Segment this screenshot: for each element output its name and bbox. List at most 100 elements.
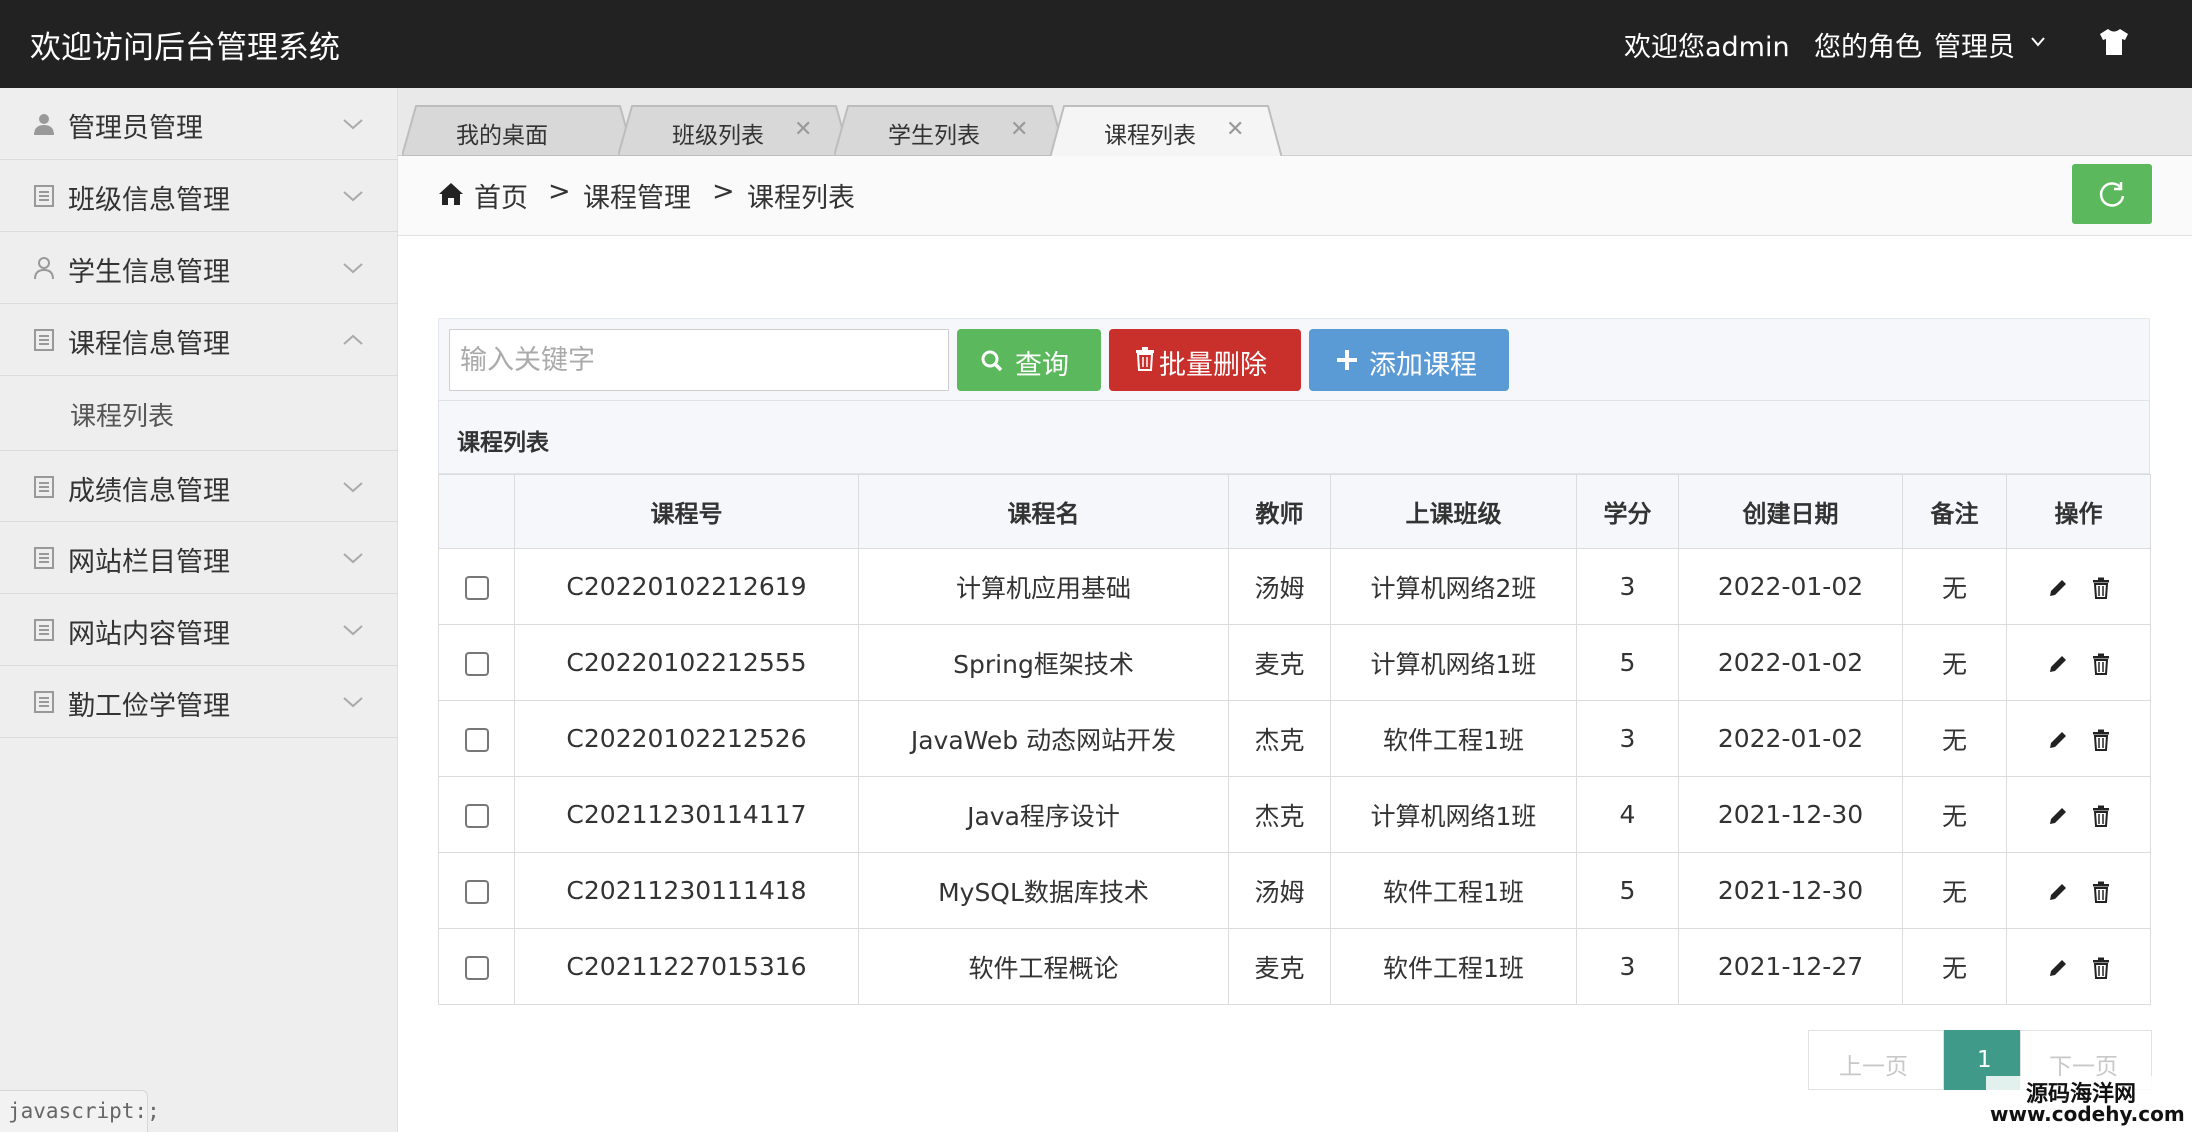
search-input[interactable]: [449, 329, 949, 391]
column-header-course-id: 课程号: [514, 474, 859, 549]
delete-trash-icon[interactable]: [2092, 653, 2110, 675]
cell-created-date: 2022-01-02: [1678, 624, 1903, 701]
breadcrumb-home[interactable]: 首页: [474, 176, 528, 215]
cell-created-date: 2021-12-30: [1678, 776, 1903, 853]
edit-pencil-icon[interactable]: [2047, 805, 2069, 827]
home-icon: [439, 183, 463, 205]
sidebar: 管理员管理 班级信息管理 学生信息管理 课程信息管理 课程列表 成绩信息管理 网…: [0, 88, 398, 1132]
checkbox-header: [438, 474, 515, 549]
top-header: 欢迎访问后台管理系统 欢迎您admin 您的角色 管理员: [0, 0, 2192, 88]
cell-created-date: 2021-12-30: [1678, 852, 1903, 929]
edit-pencil-icon[interactable]: [2047, 577, 2069, 599]
cell-class: 软件工程1班: [1330, 852, 1577, 929]
sidebar-item-admin[interactable]: 管理员管理: [0, 88, 398, 160]
prev-page-button[interactable]: 上一页: [1808, 1030, 1944, 1090]
tab-close-icon[interactable]: ✕: [794, 117, 812, 142]
tab-desktop[interactable]: 我的桌面: [402, 104, 634, 156]
tab-label: 我的桌面: [456, 123, 548, 149]
delete-trash-icon[interactable]: [2092, 957, 2110, 979]
table-row: C20211230111418 MySQL数据库技术 汤姆 软件工程1班 5 2…: [438, 852, 2151, 929]
row-checkbox[interactable]: [464, 804, 489, 828]
watermark: 源码海洋网 www.codehy.com: [1986, 1076, 2192, 1132]
cell-teacher: 杰克: [1228, 776, 1331, 853]
cell-credit: 3: [1576, 548, 1679, 625]
chevron-down-icon: [343, 191, 363, 202]
sidebar-item-site-content[interactable]: 网站内容管理: [0, 594, 398, 666]
cell-credit: 4: [1576, 776, 1679, 853]
column-header-remark: 备注: [1902, 474, 2007, 549]
table-row: C20211227015316 软件工程概论 麦克 软件工程1班 3 2021-…: [438, 928, 2151, 1005]
edit-pencil-icon[interactable]: [2047, 957, 2069, 979]
cell-actions: [2006, 852, 2151, 929]
chevron-down-icon: [343, 482, 363, 493]
sidebar-item-score[interactable]: 成绩信息管理: [0, 450, 398, 522]
row-checkbox[interactable]: [464, 956, 489, 980]
theme-shirt-icon[interactable]: [2098, 28, 2130, 56]
tab-close-icon[interactable]: ✕: [1226, 117, 1244, 142]
sidebar-item-label: 网站栏目管理: [68, 547, 230, 578]
sidebar-item-label: 成绩信息管理: [68, 476, 230, 507]
edit-pencil-icon[interactable]: [2047, 653, 2069, 675]
row-checkbox[interactable]: [464, 652, 489, 676]
row-checkbox-cell: [438, 548, 515, 625]
column-header-class: 上课班级: [1330, 474, 1577, 549]
column-header-course-name: 课程名: [858, 474, 1229, 549]
row-checkbox-cell: [438, 852, 515, 929]
cell-course-id: C20211230114117: [514, 776, 859, 853]
row-checkbox[interactable]: [464, 880, 489, 904]
chevron-down-icon[interactable]: [2030, 34, 2046, 50]
delete-trash-icon[interactable]: [2092, 729, 2110, 751]
table-row: C20220102212526 JavaWeb 动态网站开发 杰克 软件工程1班…: [438, 700, 2151, 777]
cell-remark: 无: [1902, 776, 2007, 853]
sidebar-item-student[interactable]: 学生信息管理: [0, 232, 398, 304]
cell-class: 软件工程1班: [1330, 700, 1577, 777]
cell-teacher: 麦克: [1228, 624, 1331, 701]
list-icon: [34, 691, 54, 713]
row-checkbox[interactable]: [464, 576, 489, 600]
sidebar-subitem-course-list[interactable]: 课程列表: [0, 376, 398, 450]
cell-created-date: 2021-12-27: [1678, 928, 1903, 1005]
tab-close-icon[interactable]: ✕: [1010, 117, 1028, 142]
sidebar-item-label: 网站内容管理: [68, 619, 230, 650]
cell-class: 软件工程1班: [1330, 928, 1577, 1005]
sidebar-item-work-study[interactable]: 勤工俭学管理: [0, 666, 398, 738]
edit-pencil-icon[interactable]: [2047, 729, 2069, 751]
search-button[interactable]: 查询: [957, 329, 1101, 391]
cell-remark: 无: [1902, 624, 2007, 701]
breadcrumb-course-management[interactable]: 课程管理: [583, 176, 691, 215]
tab-class-list[interactable]: 班级列表 ✕: [618, 104, 850, 156]
delete-trash-icon[interactable]: [2092, 805, 2110, 827]
row-checkbox[interactable]: [464, 728, 489, 752]
sidebar-item-site-column[interactable]: 网站栏目管理: [0, 522, 398, 594]
tab-course-list[interactable]: 课程列表 ✕: [1050, 104, 1282, 158]
refresh-button[interactable]: [2072, 164, 2152, 224]
tab-student-list[interactable]: 学生列表 ✕: [834, 104, 1066, 156]
watermark-line2: www.codehy.com: [1990, 1102, 2185, 1126]
sidebar-item-course[interactable]: 课程信息管理: [0, 304, 398, 376]
sidebar-item-label: 班级信息管理: [68, 185, 230, 216]
delete-trash-icon[interactable]: [2092, 577, 2110, 599]
trash-icon: [1136, 347, 1154, 371]
add-course-button[interactable]: 添加课程: [1309, 329, 1509, 391]
role-dropdown[interactable]: 管理员: [1934, 25, 2015, 64]
cell-course-name: Java程序设计: [858, 776, 1229, 853]
course-table: 课程号 课程名 教师 上课班级 学分 创建日期 备注 操作 C202201022…: [438, 474, 2151, 1005]
delete-trash-icon[interactable]: [2092, 881, 2110, 903]
cell-created-date: 2022-01-02: [1678, 700, 1903, 777]
cell-teacher: 汤姆: [1228, 852, 1331, 929]
cell-remark: 无: [1902, 928, 2007, 1005]
tab-bar: 我的桌面 班级列表 ✕ 学生列表 ✕ 课程列表 ✕: [398, 88, 2192, 158]
prev-page-label: 上一页: [1839, 1054, 1908, 1080]
cell-created-date: 2022-01-02: [1678, 548, 1903, 625]
sidebar-item-class[interactable]: 班级信息管理: [0, 160, 398, 232]
list-icon: [34, 329, 54, 351]
refresh-icon: [2099, 182, 2125, 207]
cell-teacher: 杰克: [1228, 700, 1331, 777]
batch-delete-button[interactable]: 批量删除: [1109, 329, 1301, 391]
edit-pencil-icon[interactable]: [2047, 881, 2069, 903]
cell-course-name: MySQL数据库技术: [858, 852, 1229, 929]
sidebar-item-label: 学生信息管理: [68, 257, 230, 288]
chevron-down-icon: [343, 119, 363, 130]
cell-class: 计算机网络2班: [1330, 548, 1577, 625]
welcome-text: 欢迎您admin: [1624, 32, 1790, 63]
